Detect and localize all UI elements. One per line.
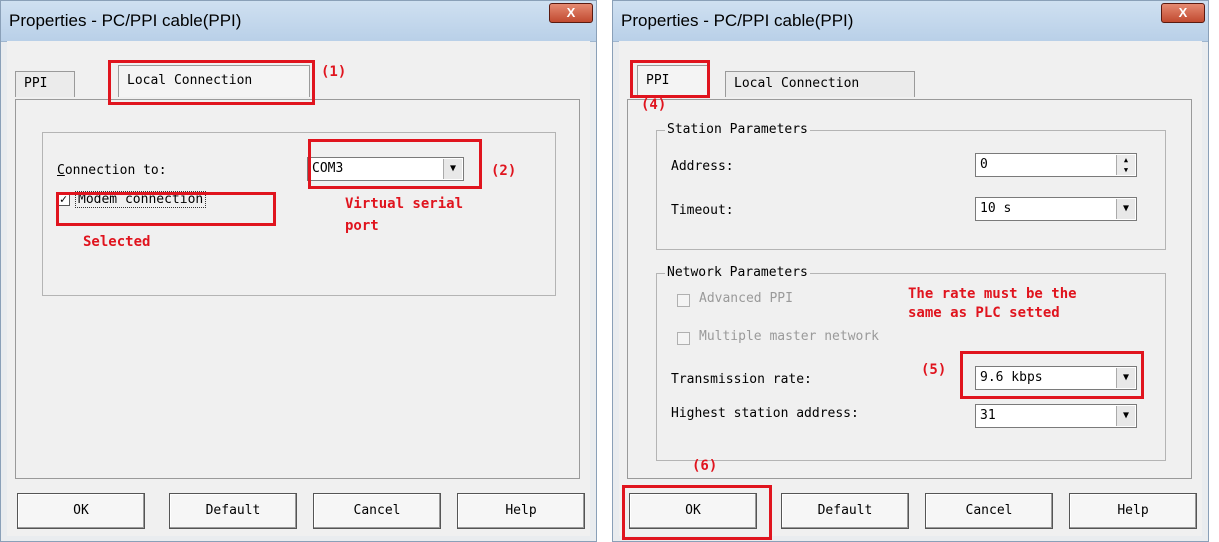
annotation-6: (6) <box>692 458 718 474</box>
close-icon[interactable]: X <box>1161 3 1205 23</box>
highlight-com-port <box>308 139 482 189</box>
ok-button[interactable]: OK <box>17 493 145 529</box>
left-tab-panel: Connection to: COM3 ▼ ✓ Modem connection <box>15 99 580 479</box>
default-button[interactable]: Default <box>781 493 909 529</box>
annotation-4: (4) <box>641 97 667 113</box>
annotation-2: (2) <box>491 163 517 179</box>
highest-station-value: 31 <box>980 408 996 423</box>
annotation-port: port <box>345 218 379 234</box>
station-parameters-title: Station Parameters <box>665 122 810 137</box>
address-value[interactable]: 0 <box>980 157 988 172</box>
transmission-rate-label: Transmission rate: <box>671 372 812 387</box>
left-dialog-body: PPI Local Connection Connection to: COM3… <box>7 41 590 536</box>
multiple-master-label: Multiple master network <box>699 329 880 344</box>
annotation-rate-note-1: The rate must be the <box>908 286 1077 302</box>
chevron-down-icon[interactable]: ▼ <box>1116 406 1135 426</box>
address-label: Address: <box>671 159 734 174</box>
advanced-ppi-label: Advanced PPI <box>699 291 793 306</box>
help-button[interactable]: Help <box>1069 493 1197 529</box>
annotation-1: (1) <box>321 64 347 80</box>
left-dialog-titlebar: Properties - PC/PPI cable(PPI) X <box>1 1 596 42</box>
annotation-selected: Selected <box>83 234 151 250</box>
annotation-rate-note-2: same as PLC setted <box>908 305 1060 321</box>
left-dialog-title: Properties - PC/PPI cable(PPI) <box>9 11 242 30</box>
cancel-button[interactable]: Cancel <box>925 493 1053 529</box>
timeout-label: Timeout: <box>671 203 734 218</box>
highlight-modem-checkbox <box>56 192 276 226</box>
chevron-down-icon[interactable]: ▼ <box>1116 199 1135 219</box>
multiple-master-checkbox[interactable] <box>677 332 690 345</box>
address-spinner[interactable]: 0 ▲ ▼ <box>975 153 1137 177</box>
timeout-select[interactable]: 10 s ▼ <box>975 197 1137 221</box>
highlight-ok-button <box>622 485 772 540</box>
highest-station-label: Highest station address: <box>671 406 859 421</box>
annotation-virtual-serial: Virtual serial <box>345 196 464 212</box>
help-button[interactable]: Help <box>457 493 585 529</box>
highlight-local-connection-tab <box>108 60 315 105</box>
highlight-ppi-tab <box>630 60 710 98</box>
right-dialog-title: Properties - PC/PPI cable(PPI) <box>621 11 854 30</box>
advanced-ppi-checkbox[interactable] <box>677 294 690 307</box>
spinner-arrows-icon[interactable]: ▲ ▼ <box>1116 155 1135 175</box>
close-icon[interactable]: X <box>549 3 593 23</box>
connection-to-label: Connection to: <box>57 163 167 178</box>
timeout-value: 10 s <box>980 201 1012 216</box>
cancel-button[interactable]: Cancel <box>313 493 441 529</box>
highest-station-select[interactable]: 31 ▼ <box>975 404 1137 428</box>
highlight-transmission-rate <box>960 351 1144 399</box>
tab-local-connection[interactable]: Local Connection <box>725 71 915 97</box>
station-parameters-group: Station Parameters Address: 0 ▲ ▼ Timeout… <box>656 122 1166 250</box>
right-dialog-titlebar: Properties - PC/PPI cable(PPI) X <box>613 1 1208 42</box>
connection-to-label-text: onnection to: <box>64 163 167 178</box>
network-parameters-title: Network Parameters <box>665 265 810 280</box>
default-button[interactable]: Default <box>169 493 297 529</box>
tab-ppi[interactable]: PPI <box>15 71 75 97</box>
annotation-5: (5) <box>921 362 947 378</box>
